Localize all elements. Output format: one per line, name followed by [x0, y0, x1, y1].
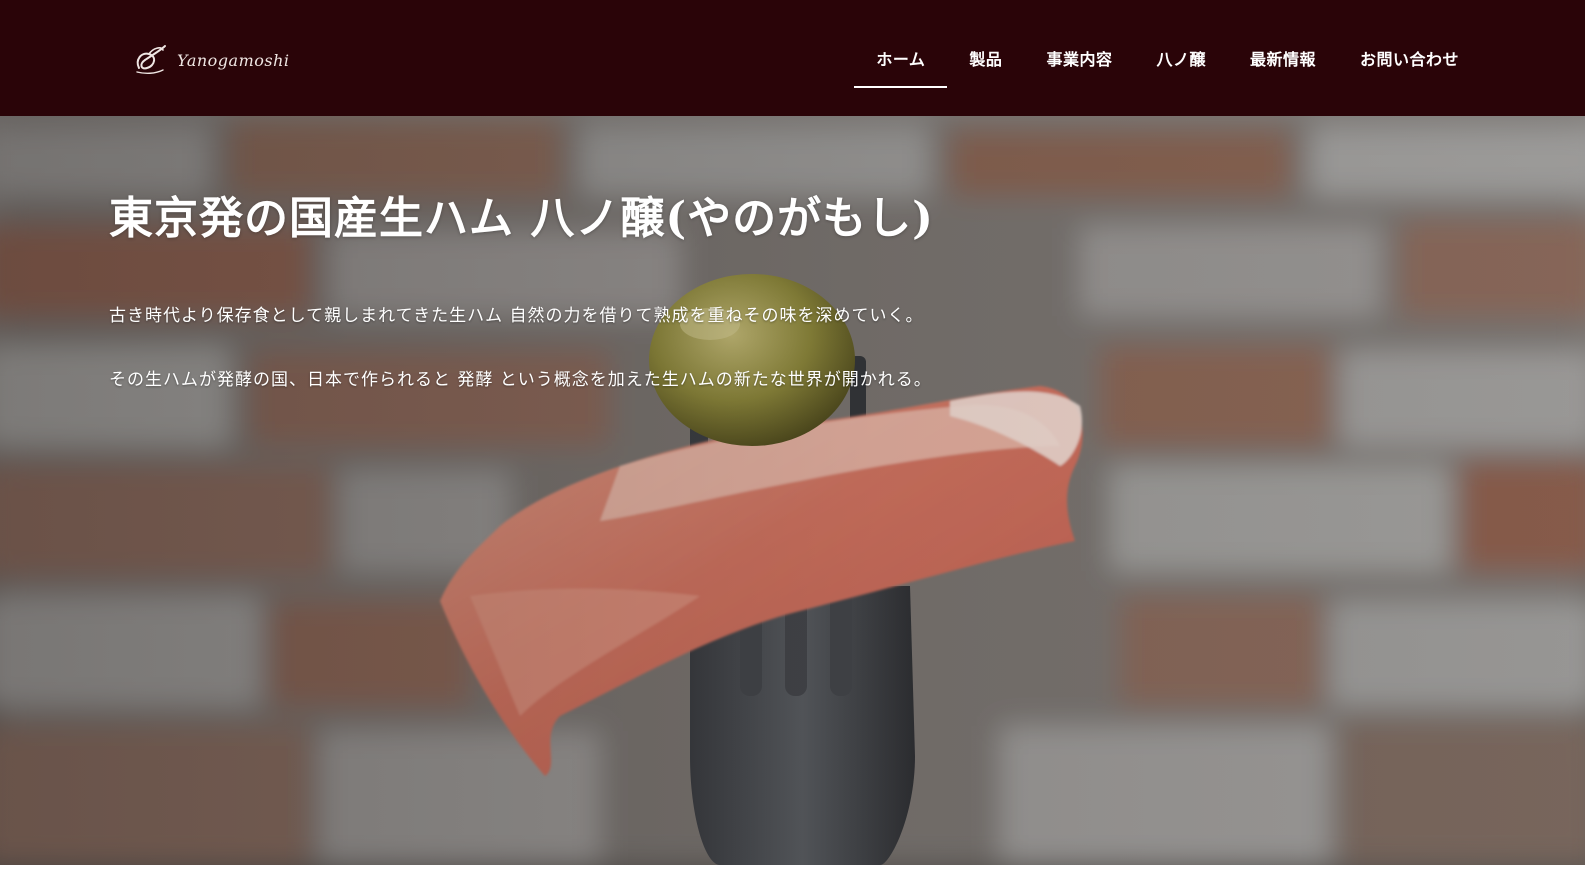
- logo-mark-icon: [136, 45, 166, 75]
- logo-wordmark: Yanogamoshi: [177, 50, 290, 70]
- nav-item-products[interactable]: 製品: [947, 0, 1024, 88]
- nav-item-business[interactable]: 事業内容: [1024, 0, 1134, 88]
- main-nav: ホーム 製品 事業内容 八ノ醸 最新情報 お問い合わせ: [854, 0, 1481, 116]
- hero-title: 東京発の国産生ハム 八ノ醸(やのがもし): [109, 193, 934, 244]
- nav-item-yanogamoshi[interactable]: 八ノ醸: [1134, 0, 1228, 88]
- hero-description-line-1: 古き時代より保存食として親しまれてきた生ハム 自然の力を借りて熟成を重ねその味を…: [109, 306, 924, 326]
- nav-item-contact[interactable]: お問い合わせ: [1338, 0, 1481, 88]
- hero-description-line-2: その生ハムが発酵の国、日本で作られると 発酵 という概念を加えた生ハムの新たな世…: [109, 370, 932, 390]
- nav-item-home[interactable]: ホーム: [854, 0, 948, 88]
- hero-section: 東京発の国産生ハム 八ノ醸(やのがもし) 古き時代より保存食として親しまれてきた…: [0, 116, 1585, 865]
- page-bottom-strip: [0, 865, 1585, 892]
- site-header: Yanogamoshi ホーム 製品 事業内容 八ノ醸 最新情報 お問い合わせ: [0, 0, 1585, 116]
- site-logo[interactable]: Yanogamoshi: [131, 40, 290, 80]
- nav-item-news[interactable]: 最新情報: [1228, 0, 1338, 88]
